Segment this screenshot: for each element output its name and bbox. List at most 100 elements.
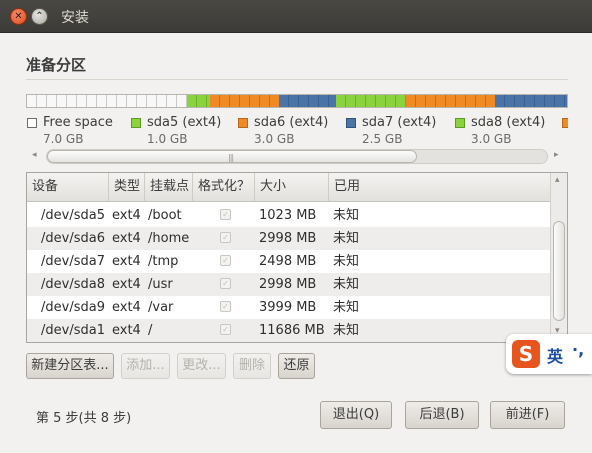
legend-size: 1.0 GB — [147, 132, 188, 146]
cell-mount: / — [148, 323, 153, 338]
cell-used: 未知 — [333, 300, 360, 315]
table-row[interactable]: /dev/sda5 ext4 /boot ✓ 1023 MB 未知 — [27, 204, 550, 227]
cell-device: /dev/sda6 — [41, 231, 105, 246]
cell-used: 未知 — [333, 231, 360, 246]
back-button[interactable]: 后退(B) — [405, 401, 479, 429]
cell-device: /dev/sda1 — [41, 323, 105, 338]
legend-name: sda6 (ext4) — [254, 115, 329, 130]
legend-horizontal-scrollbar[interactable]: ◂ ||| ▸ — [30, 148, 568, 166]
scroll-thumb[interactable]: ||| — [47, 150, 417, 163]
grip-icon: ||| — [228, 153, 234, 162]
table-row[interactable]: /dev/sda1 ext4 / ✓ 11686 MB 未知 — [27, 319, 550, 342]
partition-table: 设备 类型 挂载点 格式化？ 大小 已用 /dev/sda5 ext4 /boo… — [26, 172, 568, 343]
cell-mount: /boot — [148, 208, 182, 223]
format-checkbox[interactable]: ✓ — [220, 209, 231, 220]
column-header-size[interactable]: 大小 — [255, 173, 329, 201]
close-icon[interactable]: ✕ — [10, 8, 27, 25]
legend-name: sda5 (ext4) — [147, 115, 222, 130]
cell-size: 2998 MB — [259, 231, 317, 246]
partition-segment-sda1 — [495, 95, 567, 107]
scroll-right-icon[interactable]: ▸ — [554, 150, 559, 160]
cell-device: /dev/sda7 — [41, 254, 105, 269]
format-checkbox[interactable]: ✓ — [220, 255, 231, 266]
cell-used: 未知 — [333, 254, 360, 269]
cell-type: ext4 — [112, 323, 141, 338]
cell-mount: /home — [148, 231, 190, 246]
heading-divider — [26, 79, 568, 80]
partition-legend: Free space 7.0 GB sda5 (ext4) 1.0 GB sda… — [26, 115, 568, 149]
cell-mount: /usr — [148, 277, 173, 292]
partition-segment-sda5 — [187, 95, 210, 107]
new-partition-table-button[interactable]: 新建分区表... — [26, 353, 114, 379]
scroll-up-icon[interactable]: ▴ — [555, 175, 560, 185]
cell-used: 未知 — [333, 208, 360, 223]
cell-type: ext4 — [112, 300, 141, 315]
step-indicator: 第 5 步(共 8 步) — [36, 411, 132, 426]
partition-bar — [26, 94, 568, 108]
legend-swatch — [131, 118, 141, 128]
cell-mount: /tmp — [148, 254, 179, 269]
window-titlebar: ✕ ⌃ 安装 — [0, 0, 592, 33]
scroll-thumb[interactable] — [553, 221, 565, 321]
legend-swatch — [27, 118, 37, 128]
add-partition-button[interactable]: 添加... — [121, 353, 170, 379]
ime-punctuation-toggle[interactable]: ·, — [572, 340, 584, 359]
change-partition-button[interactable]: 更改... — [177, 353, 226, 379]
legend-swatch — [562, 118, 568, 128]
cell-size: 2498 MB — [259, 254, 317, 269]
column-header-type[interactable]: 类型 — [109, 173, 145, 201]
maximize-icon[interactable]: ⌃ — [31, 8, 48, 25]
page-title: 准备分区 — [26, 56, 87, 74]
cell-used: 未知 — [333, 323, 360, 338]
table-vertical-scrollbar[interactable]: ▴ ▾ — [550, 173, 567, 342]
partition-segment-sda6 — [210, 95, 279, 107]
legend-size: 7.0 GB — [43, 132, 84, 146]
forward-button[interactable]: 前进(F) — [490, 401, 565, 429]
format-checkbox[interactable]: ✓ — [220, 301, 231, 312]
delete-partition-button[interactable]: 删除 — [233, 353, 271, 379]
partition-segment-sda9 — [406, 95, 495, 107]
legend-size: 2.5 GB — [362, 132, 403, 146]
legend-swatch — [346, 118, 356, 128]
legend-swatch — [238, 118, 248, 128]
format-checkbox[interactable]: ✓ — [220, 324, 231, 335]
column-header-device[interactable]: 设备 — [27, 173, 109, 201]
partition-segment-free — [27, 95, 187, 107]
legend-name: sda7 (ext4) — [362, 115, 437, 130]
scroll-track[interactable]: ||| — [46, 149, 548, 164]
cell-type: ext4 — [112, 231, 141, 246]
window-title: 安装 — [61, 10, 89, 26]
format-checkbox[interactable]: ✓ — [220, 232, 231, 243]
table-row[interactable]: /dev/sda6 ext4 /home ✓ 2998 MB 未知 — [27, 227, 550, 250]
legend-size: 3.0 GB — [471, 132, 512, 146]
cell-size: 11686 MB — [259, 323, 325, 338]
column-header-format[interactable]: 格式化？ — [193, 173, 255, 201]
legend-name: sda8 (ext4) — [471, 115, 546, 130]
ime-language-toggle[interactable]: 英 — [547, 343, 563, 367]
cell-size: 3999 MB — [259, 300, 317, 315]
legend-size: 3.0 GB — [254, 132, 295, 146]
sogou-logo-icon[interactable]: S — [512, 340, 540, 368]
ime-status-bar[interactable]: S 英 ·, — [506, 334, 592, 374]
scroll-left-icon[interactable]: ◂ — [32, 150, 37, 160]
cell-size: 1023 MB — [259, 208, 317, 223]
table-header: 设备 类型 挂载点 格式化？ 大小 已用 — [27, 173, 550, 202]
cell-type: ext4 — [112, 208, 141, 223]
partition-segment-sda8 — [336, 95, 406, 107]
table-row[interactable]: /dev/sda8 ext4 /usr ✓ 2998 MB 未知 — [27, 273, 550, 296]
cell-mount: /var — [148, 300, 174, 315]
cell-device: /dev/sda9 — [41, 300, 105, 315]
column-header-used[interactable]: 已用 — [329, 173, 550, 201]
partition-segment-sda7 — [279, 95, 336, 107]
table-row[interactable]: /dev/sda7 ext4 /tmp ✓ 2498 MB 未知 — [27, 250, 550, 273]
cell-type: ext4 — [112, 277, 141, 292]
revert-button[interactable]: 还原 — [278, 353, 315, 379]
format-checkbox[interactable]: ✓ — [220, 278, 231, 289]
legend-swatch — [455, 118, 465, 128]
cell-device: /dev/sda5 — [41, 208, 105, 223]
column-header-mount[interactable]: 挂载点 — [145, 173, 193, 201]
table-row[interactable]: /dev/sda9 ext4 /var ✓ 3999 MB 未知 — [27, 296, 550, 319]
cell-device: /dev/sda8 — [41, 277, 105, 292]
legend-name: Free space — [43, 115, 113, 130]
quit-button[interactable]: 退出(Q) — [320, 401, 392, 429]
